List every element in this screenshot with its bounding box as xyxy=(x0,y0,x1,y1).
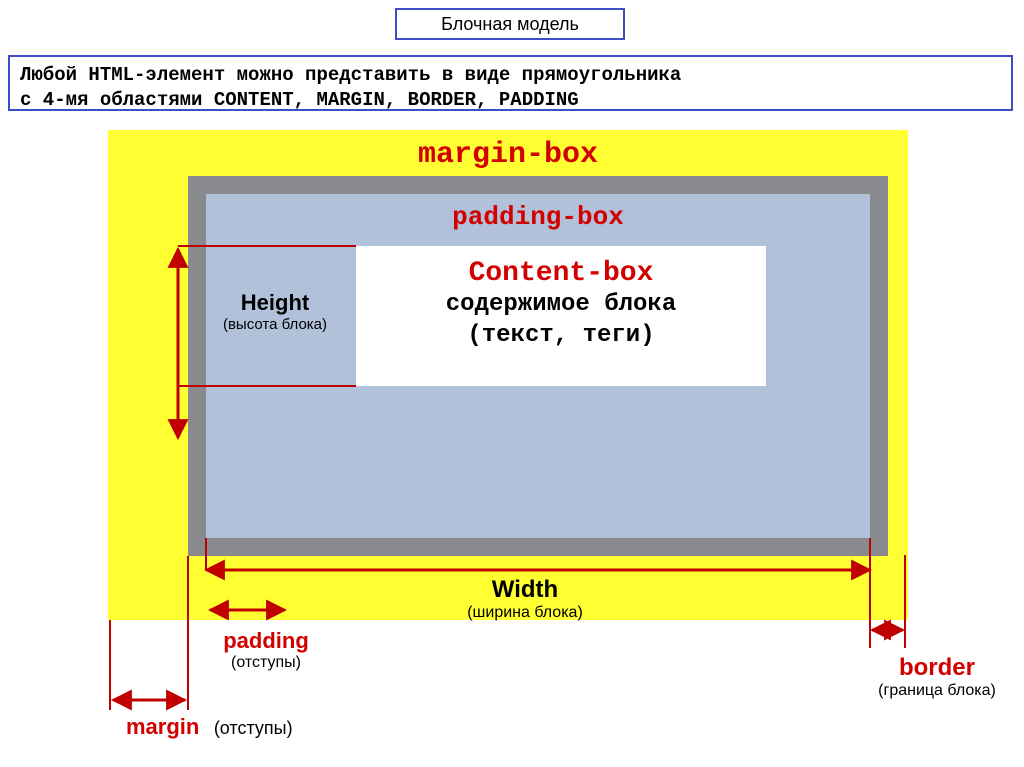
border-box: padding-box Content-box содержимое блока… xyxy=(188,176,888,556)
whitebox-margin-gap xyxy=(108,620,198,690)
width-label: Width (ширина блока) xyxy=(400,576,650,622)
content-box-line2: (текст, теги) xyxy=(356,320,766,351)
border-callout-title: border xyxy=(858,654,1016,682)
margin-box: margin-box padding-box Content-box содер… xyxy=(108,130,908,620)
page-title: Блочная модель xyxy=(395,8,625,40)
margin-callout: margin (отступы) xyxy=(126,714,293,740)
margin-callout-sub: (отступы) xyxy=(214,718,293,738)
content-box-title: Content-box xyxy=(356,258,766,289)
description-line2-prefix: с 4-мя областями xyxy=(20,89,214,111)
content-box-line1: содержимое блока xyxy=(356,289,766,320)
margin-callout-title: margin xyxy=(126,714,199,739)
height-label: Height (высота блока) xyxy=(200,290,350,333)
width-label-sub: (ширина блока) xyxy=(400,604,650,622)
padding-box: padding-box Content-box содержимое блока… xyxy=(206,194,870,538)
border-callout-sub: (граница блока) xyxy=(858,682,1016,700)
padding-callout-sub: (отступы) xyxy=(196,654,336,672)
height-label-title: Height xyxy=(200,290,350,316)
border-callout: border (граница блока) xyxy=(858,652,1016,712)
description-keywords: CONTENT, MARGIN, BORDER, PADDING xyxy=(214,89,579,111)
content-box: Content-box содержимое блока (текст, тег… xyxy=(356,246,766,386)
height-label-sub: (высота блока) xyxy=(200,316,350,333)
width-label-title: Width xyxy=(400,576,650,604)
description-line1: Любой HTML-элемент можно представить в в… xyxy=(20,64,681,86)
padding-box-label: padding-box xyxy=(452,202,624,232)
margin-box-label: margin-box xyxy=(418,138,598,172)
padding-callout: padding (отступы) xyxy=(196,626,336,682)
description-box: Любой HTML-элемент можно представить в в… xyxy=(8,55,1013,111)
padding-callout-title: padding xyxy=(196,628,336,654)
